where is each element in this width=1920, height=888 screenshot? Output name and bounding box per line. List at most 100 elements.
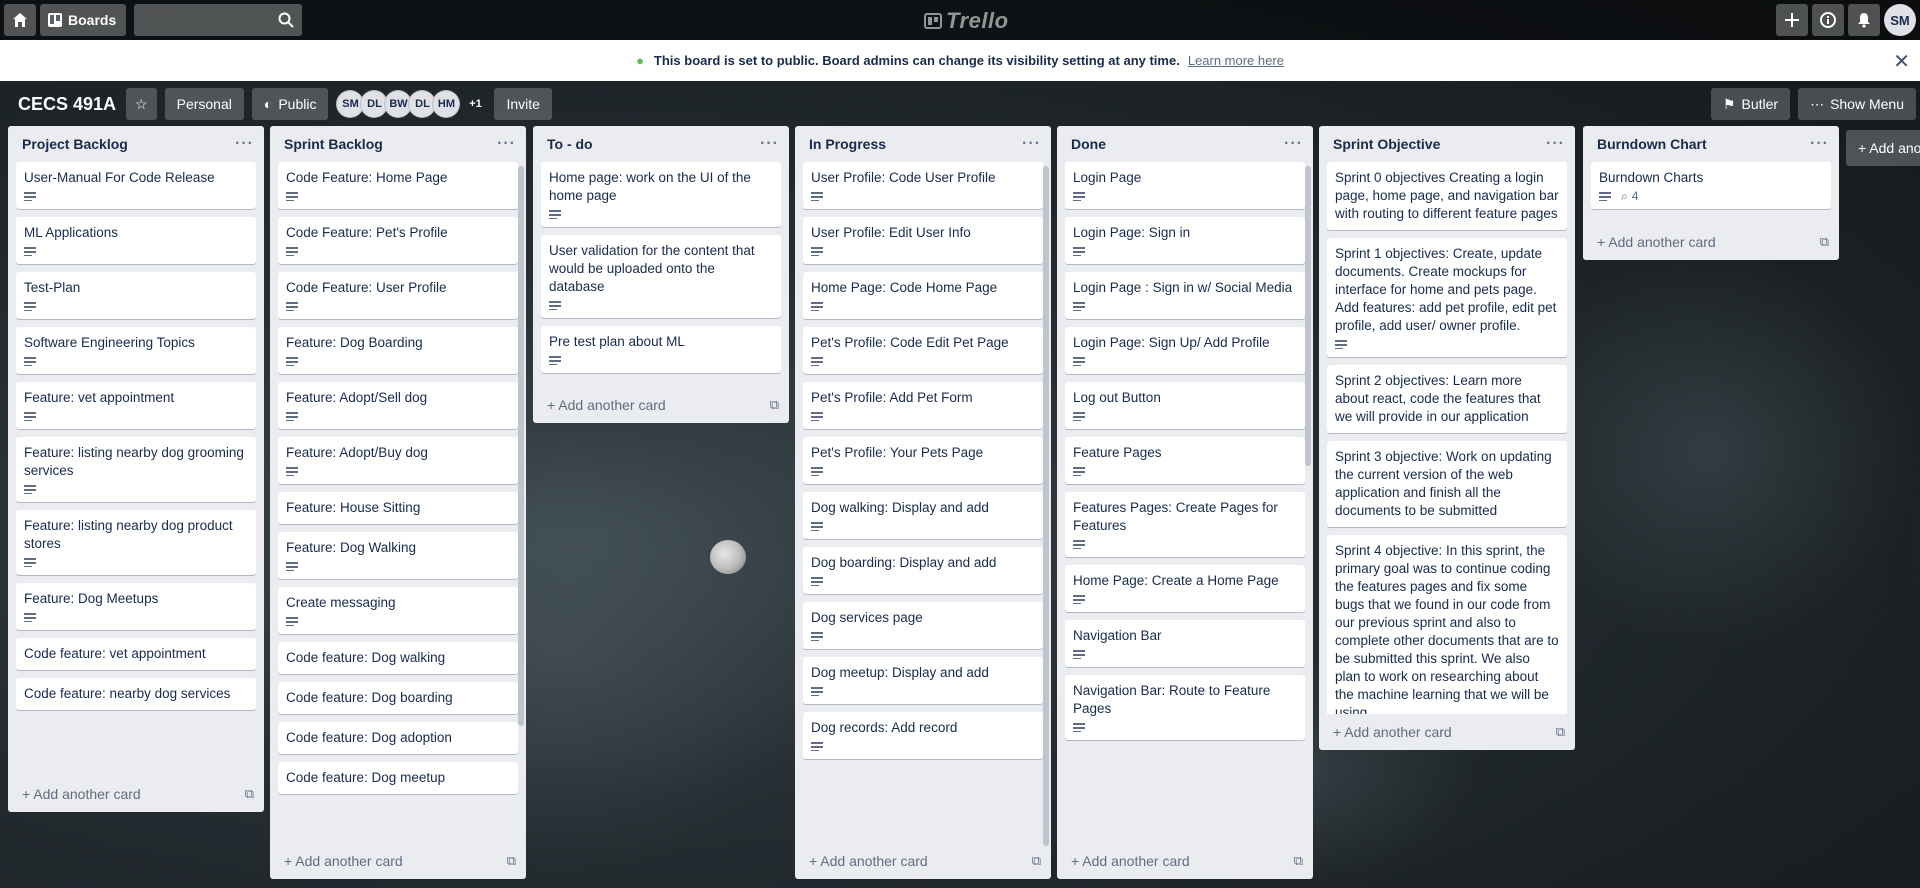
card[interactable]: Feature: vet appointment (16, 382, 256, 429)
list-title[interactable]: In Progress (809, 136, 886, 152)
card[interactable]: Feature: House Sitting (278, 492, 518, 524)
card[interactable]: Feature: Dog Boarding (278, 327, 518, 374)
list-menu-icon[interactable]: ··· (1022, 135, 1041, 153)
list-scrollbar[interactable] (1305, 166, 1311, 466)
board-title[interactable]: CECS 491A (8, 94, 126, 115)
learn-more-link[interactable]: Learn more here (1188, 53, 1284, 68)
list-header[interactable]: Sprint Objective ··· (1319, 126, 1575, 162)
card[interactable]: Code Feature: Pet's Profile (278, 217, 518, 264)
butler-button[interactable]: ⚑ Butler (1710, 88, 1791, 120)
member-avatar[interactable]: HM (432, 90, 461, 118)
card-template-icon[interactable]: ⧉ (770, 397, 779, 413)
card[interactable]: Feature: listing nearby dog grooming ser… (16, 437, 256, 502)
show-menu-button[interactable]: ⋯ Show Menu (1798, 88, 1916, 120)
user-avatar[interactable]: SM (1884, 4, 1916, 36)
card[interactable]: Sprint 0 objectives Creating a login pag… (1327, 162, 1567, 230)
invite-button[interactable]: Invite (494, 88, 552, 120)
card[interactable]: Feature: Adopt/Buy dog (278, 437, 518, 484)
visibility-button[interactable]: ◐ Public (251, 88, 329, 120)
card[interactable]: Feature: Adopt/Sell dog (278, 382, 518, 429)
card[interactable]: Test-Plan (16, 272, 256, 319)
card[interactable]: ML Applications (16, 217, 256, 264)
card[interactable]: Dog meetup: Display and add (803, 657, 1043, 704)
card[interactable]: Login Page (1065, 162, 1305, 209)
card[interactable]: User validation for the content that wou… (541, 235, 781, 318)
boards-button[interactable]: Boards (40, 4, 127, 36)
list-header[interactable]: Sprint Backlog ··· (270, 126, 526, 162)
add-card-button[interactable]: + Add another card (284, 853, 403, 869)
card-template-icon[interactable]: ⧉ (1032, 853, 1041, 869)
card[interactable]: Login Page: Sign in (1065, 217, 1305, 264)
notifications-button[interactable] (1848, 4, 1880, 36)
list-title[interactable]: Sprint Objective (1333, 136, 1440, 152)
list-scrollbar[interactable] (1043, 166, 1049, 846)
card[interactable]: Feature: listing nearby dog product stor… (16, 510, 256, 575)
card[interactable]: Navigation Bar (1065, 620, 1305, 667)
close-icon[interactable]: ✕ (1893, 49, 1910, 74)
star-button[interactable]: ☆ (126, 88, 157, 120)
card[interactable]: Home page: work on the UI of the home pa… (541, 162, 781, 227)
card[interactable]: Home Page: Code Home Page (803, 272, 1043, 319)
card[interactable]: Feature Pages (1065, 437, 1305, 484)
list-header[interactable]: In Progress ··· (795, 126, 1051, 162)
card[interactable]: Sprint 4 objective: In this sprint, the … (1327, 535, 1567, 714)
card-template-icon[interactable]: ⧉ (1556, 724, 1565, 740)
card[interactable]: Pet's Profile: Your Pets Page (803, 437, 1043, 484)
add-card-button[interactable]: + Add another card (547, 397, 666, 413)
card[interactable]: Login Page: Sign Up/ Add Profile (1065, 327, 1305, 374)
list-menu-icon[interactable]: ··· (1284, 135, 1303, 153)
add-card-button[interactable]: + Add another card (1597, 234, 1716, 250)
list-header[interactable]: Burndown Chart ··· (1583, 126, 1839, 162)
card[interactable]: Software Engineering Topics (16, 327, 256, 374)
list-title[interactable]: Burndown Chart (1597, 136, 1707, 152)
card[interactable]: User Profile: Edit User Info (803, 217, 1043, 264)
info-button[interactable] (1812, 4, 1844, 36)
card[interactable]: Pre test plan about ML (541, 326, 781, 373)
card[interactable]: Code feature: vet appointment (16, 638, 256, 670)
card[interactable]: Code feature: Dog meetup (278, 762, 518, 794)
card[interactable]: Sprint 1 objectives: Create, update docu… (1327, 238, 1567, 357)
add-list-button[interactable]: + Add another list (1846, 130, 1920, 166)
team-button[interactable]: Personal (164, 88, 244, 120)
card-template-icon[interactable]: ⧉ (1820, 234, 1829, 250)
add-card-button[interactable]: + Add another card (1333, 724, 1452, 740)
card[interactable]: Pet's Profile: Add Pet Form (803, 382, 1043, 429)
list-scrollbar[interactable] (518, 166, 524, 726)
card[interactable]: Dog walking: Display and add (803, 492, 1043, 539)
list-menu-icon[interactable]: ··· (235, 135, 254, 153)
home-button[interactable] (4, 4, 36, 36)
card[interactable]: Code feature: Dog adoption (278, 722, 518, 754)
card[interactable]: Code feature: Dog walking (278, 642, 518, 674)
card[interactable]: Sprint 2 objectives: Learn more about re… (1327, 365, 1567, 433)
list-header[interactable]: To - do ··· (533, 126, 789, 162)
more-members[interactable]: +1 (460, 90, 490, 118)
list-title[interactable]: To - do (547, 136, 593, 152)
card[interactable]: Code feature: Dog boarding (278, 682, 518, 714)
list-title[interactable]: Sprint Backlog (284, 136, 383, 152)
add-card-button[interactable]: + Add another card (809, 853, 928, 869)
card[interactable]: Create messaging (278, 587, 518, 634)
card[interactable]: Code feature: nearby dog services (16, 678, 256, 710)
card[interactable]: Code Feature: Home Page (278, 162, 518, 209)
list-title[interactable]: Project Backlog (22, 136, 128, 152)
card[interactable]: Code Feature: User Profile (278, 272, 518, 319)
card[interactable]: Sprint 3 objective: Work on updating the… (1327, 441, 1567, 527)
list-title[interactable]: Done (1071, 136, 1106, 152)
add-card-button[interactable]: + Add another card (22, 786, 141, 802)
card[interactable]: User-Manual For Code Release (16, 162, 256, 209)
card[interactable]: User Profile: Code User Profile (803, 162, 1043, 209)
card[interactable]: Feature: Dog Walking (278, 532, 518, 579)
card-template-icon[interactable]: ⧉ (1294, 853, 1303, 869)
search-input[interactable] (134, 4, 303, 36)
list-menu-icon[interactable]: ··· (1546, 135, 1565, 153)
card-template-icon[interactable]: ⧉ (245, 786, 254, 802)
create-button[interactable] (1776, 4, 1808, 36)
add-card-button[interactable]: + Add another card (1071, 853, 1190, 869)
card[interactable]: Pet's Profile: Code Edit Pet Page (803, 327, 1043, 374)
list-menu-icon[interactable]: ··· (760, 135, 779, 153)
list-header[interactable]: Done ··· (1057, 126, 1313, 162)
list-header[interactable]: Project Backlog ··· (8, 126, 264, 162)
card[interactable]: Dog services page (803, 602, 1043, 649)
list-menu-icon[interactable]: ··· (497, 135, 516, 153)
card[interactable]: Features Pages: Create Pages for Feature… (1065, 492, 1305, 557)
